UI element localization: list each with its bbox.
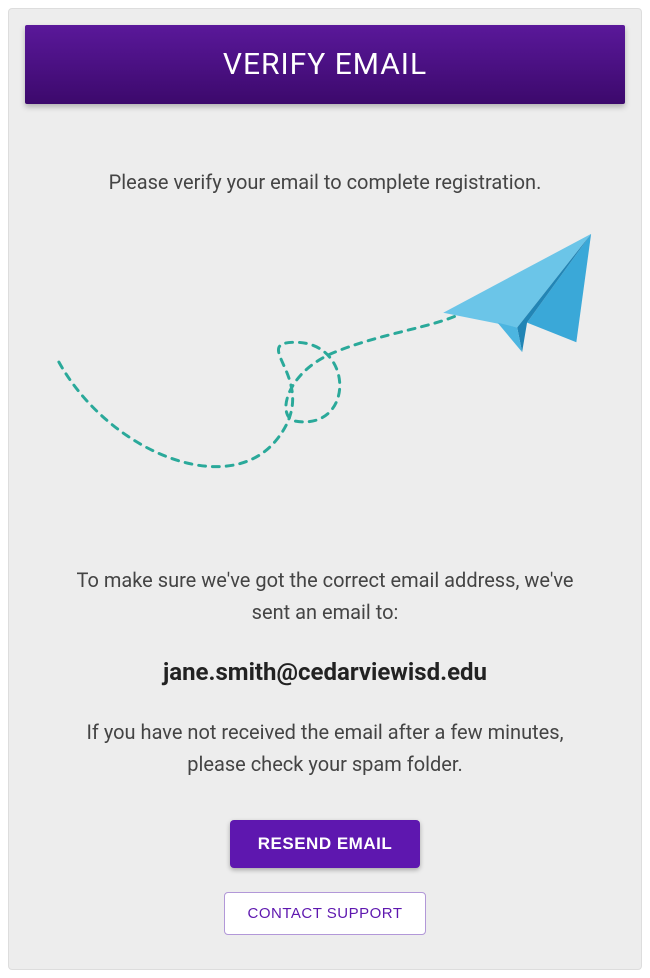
header-title: VERIFY EMAIL [223, 47, 427, 82]
email-address: jane.smith@cedarviewisd.edu [49, 658, 601, 686]
card-header: VERIFY EMAIL [25, 25, 625, 104]
button-group: RESEND EMAIL CONTACT SUPPORT [49, 820, 601, 935]
confirm-text: To make sure we've got the correct email… [69, 564, 581, 628]
resend-email-button[interactable]: RESEND EMAIL [230, 820, 420, 868]
paper-plane-icon [49, 224, 601, 514]
card-content: Please verify your email to complete reg… [9, 120, 641, 970]
verify-email-card: VERIFY EMAIL Please verify your email to… [8, 8, 642, 970]
contact-support-button[interactable]: CONTACT SUPPORT [224, 892, 425, 935]
intro-text: Please verify your email to complete reg… [49, 170, 601, 194]
spam-note-text: If you have not received the email after… [69, 716, 581, 780]
